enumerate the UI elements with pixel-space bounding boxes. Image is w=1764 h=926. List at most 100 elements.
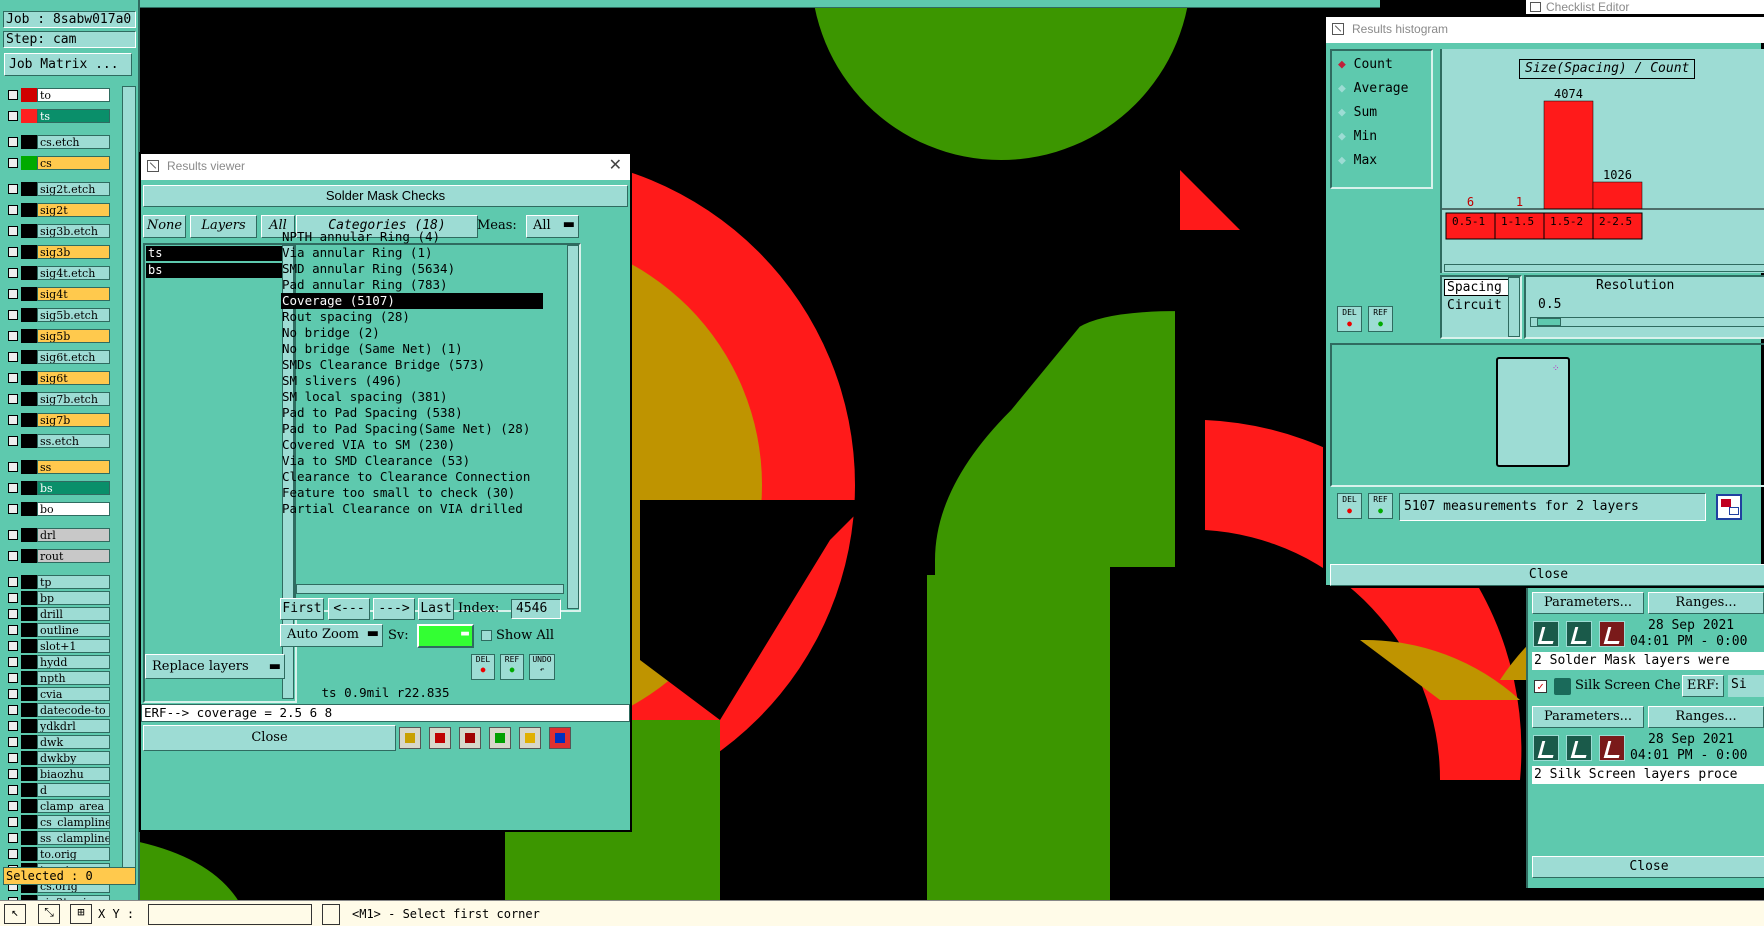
layer-checkbox[interactable] [8, 436, 18, 446]
layer-row-drill[interactable]: drill [6, 607, 110, 621]
layer-row-sig4t-etch[interactable]: sig4t.etch [6, 266, 110, 280]
layer-row-dwk[interactable]: dwk [6, 735, 110, 749]
layer-row-d[interactable]: d [6, 783, 110, 797]
category-item[interactable]: SMDs Clearance Bridge (573) [281, 357, 543, 373]
pointer-tool-icon[interactable]: ↖ [4, 904, 26, 924]
notes-icon[interactable] [519, 727, 541, 749]
auto-zoom-dropdown[interactable]: Auto Zoom ▬ [280, 624, 383, 647]
layer-name[interactable]: tp [37, 575, 110, 589]
results-viewer-titlebar[interactable]: Results viewer ✕ [141, 154, 630, 180]
histogram-close-button[interactable]: Close [1330, 564, 1764, 586]
run-icon[interactable] [1533, 735, 1559, 761]
ref-icon[interactable] [459, 727, 481, 749]
histogram-titlebar[interactable]: Results histogram [1326, 17, 1764, 43]
layer-row-ts[interactable]: ts [6, 109, 110, 123]
layer-row-cvia[interactable]: cvia [6, 687, 110, 701]
si-field[interactable]: Si [1728, 675, 1764, 697]
layer-row-biaozhu[interactable]: biaozhu [6, 767, 110, 781]
run-icon[interactable] [1566, 735, 1592, 761]
layout-icon[interactable] [1716, 494, 1742, 520]
category-item[interactable]: NPTH annular Ring (4) [281, 229, 543, 245]
layer-row-bp[interactable]: bp [6, 591, 110, 605]
layer-checkbox[interactable] [8, 394, 18, 404]
category-item[interactable]: Partial Clearance on VIA drilled [281, 501, 543, 517]
layer-name[interactable]: cs [37, 156, 110, 170]
checklist-close-button[interactable]: Close [1532, 856, 1764, 878]
layer-list-scrollbar[interactable] [122, 86, 136, 876]
layer-name[interactable]: to.orig [37, 847, 110, 861]
layer-checkbox[interactable] [8, 373, 18, 383]
spacing-scrollbar[interactable] [1508, 277, 1520, 337]
layer-name[interactable]: sig3b [37, 245, 110, 259]
layer-row-sig5b[interactable]: sig5b [6, 329, 110, 343]
category-item[interactable]: Pad to Pad Spacing(Same Net) (28) [281, 421, 543, 437]
layer-checkbox[interactable] [8, 415, 18, 425]
layer-name[interactable]: hydd [37, 655, 110, 669]
layer-checkbox[interactable] [8, 483, 18, 493]
layer-row-sig2t-etch[interactable]: sig2t.etch [6, 182, 110, 196]
layers-button[interactable]: Layers [190, 215, 257, 238]
zoom-tool-icon[interactable]: ⤡ [38, 904, 60, 924]
layer-row-sig3b[interactable]: sig3b [6, 245, 110, 259]
category-item[interactable]: SM slivers (496) [281, 373, 543, 389]
rv-ref-button[interactable]: REF ● [500, 654, 524, 680]
layer-name[interactable]: cvia [37, 687, 110, 701]
layer-checkbox[interactable] [8, 504, 18, 514]
layer-checkbox[interactable] [8, 705, 18, 715]
rv-undo-button[interactable]: UNDO ↶ [529, 654, 555, 680]
layer-row-rout[interactable]: rout [6, 549, 110, 563]
grid-tool-icon[interactable]: ⊞ [70, 904, 92, 924]
layer-checkbox[interactable] [8, 753, 18, 763]
layer-checkbox[interactable] [8, 849, 18, 859]
silk-screen-item[interactable]: Silk Screen Che [1575, 678, 1681, 693]
layer-checkbox[interactable] [8, 689, 18, 699]
hist-del-button[interactable]: DEL ● [1337, 306, 1362, 332]
layer-checkbox[interactable] [8, 593, 18, 603]
layer-checkbox[interactable] [8, 625, 18, 635]
layer-name[interactable]: rout [37, 549, 110, 563]
category-item[interactable]: Clearance to Clearance Connection [281, 469, 543, 485]
layer-name[interactable]: ss.etch [37, 434, 110, 448]
run-icon[interactable] [1599, 735, 1625, 761]
sv-color-dropdown[interactable]: ▬ [417, 624, 474, 648]
category-item[interactable]: Rout spacing (28) [281, 309, 543, 325]
layer-checkbox[interactable] [8, 137, 18, 147]
layer-row-sig5b-etch[interactable]: sig5b.etch [6, 308, 110, 322]
layer-row-bs[interactable]: bs [6, 481, 110, 495]
layer-row-npth[interactable]: npth [6, 671, 110, 685]
mode-option-count[interactable]: ◆ Count [1338, 57, 1393, 72]
spacing-option[interactable]: Spacing [1444, 279, 1510, 296]
erf-button[interactable]: ERF: [1682, 675, 1724, 697]
category-item[interactable]: Via to SMD Clearance (53) [281, 453, 543, 469]
layer-name[interactable]: cs_clampline [37, 815, 110, 829]
layer-row-to[interactable]: to [6, 88, 110, 102]
layer-name[interactable]: sig5b.etch [37, 308, 110, 322]
layer-name[interactable]: slot+1 [37, 639, 110, 653]
category-item[interactable]: No bridge (Same Net) (1) [281, 341, 543, 357]
first-button[interactable]: First [280, 598, 324, 620]
layer-checkbox[interactable] [8, 785, 18, 795]
category-item[interactable]: Coverage (5107) [281, 293, 543, 309]
ranges-button-1[interactable]: Ranges... [1648, 592, 1764, 614]
replace-layers-dropdown[interactable]: Replace layers ▬ [145, 654, 285, 679]
next-button[interactable]: ---> [373, 598, 415, 620]
histogram-bar[interactable] [1592, 181, 1643, 210]
layer-row-drl[interactable]: drl [6, 528, 110, 542]
layer-result-bs[interactable]: bs [146, 263, 286, 278]
layer-name[interactable]: sig7b [37, 413, 110, 427]
layer-name[interactable]: npth [37, 671, 110, 685]
layer-checkbox[interactable] [8, 801, 18, 811]
layer-name[interactable]: dwk [37, 735, 110, 749]
none-button[interactable]: None [143, 215, 186, 238]
layer-checkbox[interactable] [8, 289, 18, 299]
layer-checkbox[interactable] [8, 833, 18, 843]
layer-name[interactable]: bp [37, 591, 110, 605]
mode-option-max[interactable]: ◆ Max [1338, 153, 1377, 168]
category-item[interactable]: Pad annular Ring (783) [281, 277, 543, 293]
prev-button[interactable]: <--- [328, 598, 370, 620]
layer-row-sig6t[interactable]: sig6t [6, 371, 110, 385]
category-item[interactable]: Covered VIA to SM (230) [281, 437, 543, 453]
categories-scrollbar[interactable] [567, 245, 579, 609]
layer-checkbox[interactable] [8, 184, 18, 194]
category-item[interactable]: Pad to Pad Spacing (538) [281, 405, 543, 421]
